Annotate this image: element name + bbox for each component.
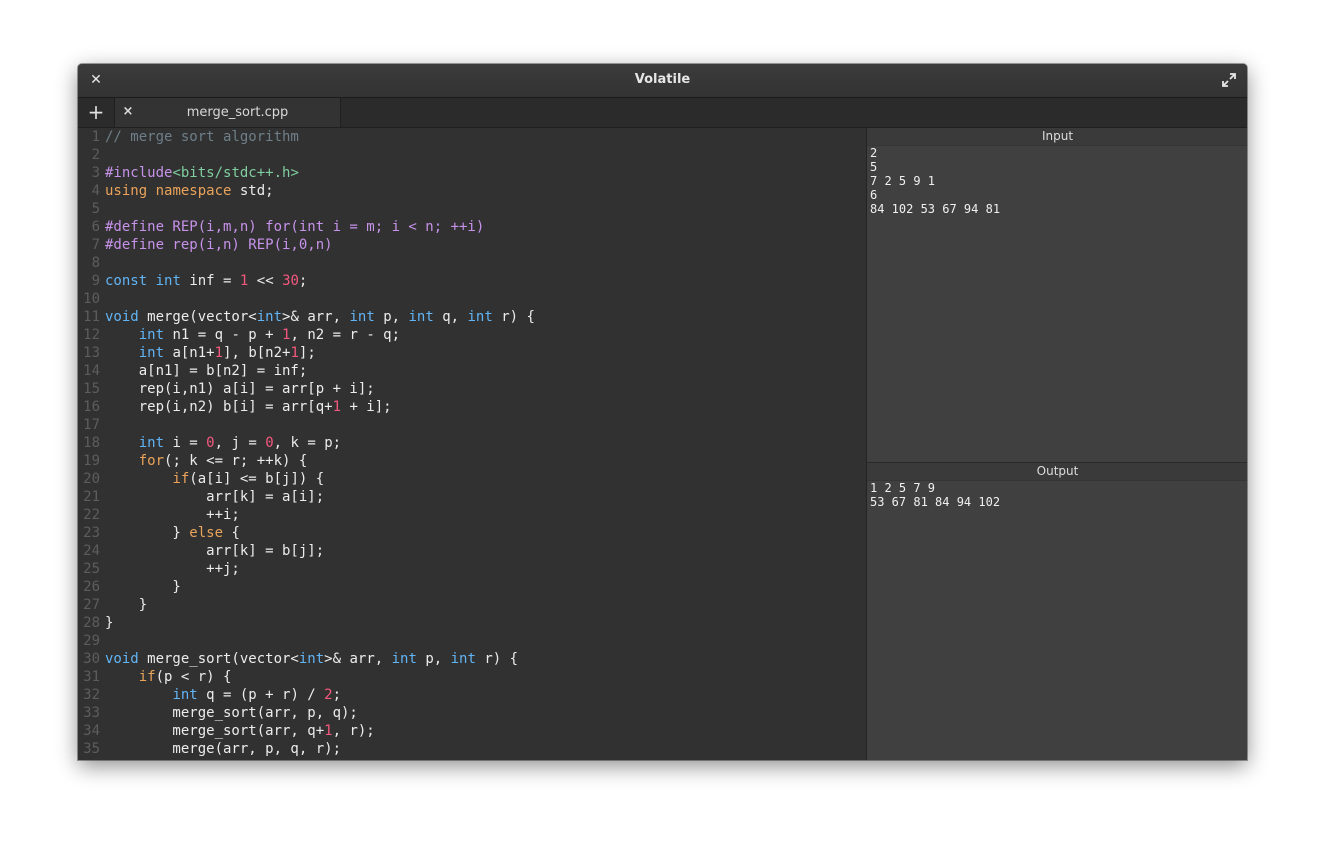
code-text: ++i; bbox=[105, 507, 240, 523]
code-text: int i = 0, j = 0, k = p; bbox=[138, 435, 342, 451]
output-line: 53 67 81 84 94 102 bbox=[870, 495, 1001, 509]
maximize-button[interactable] bbox=[1221, 72, 1237, 88]
line-number: 16 bbox=[83, 399, 100, 415]
line-number: 2 bbox=[91, 147, 100, 163]
code-text: merge_sort(arr, p, q); bbox=[105, 705, 358, 721]
code-editor[interactable]: 1// merge sort algorithm 2 3 #include<bits/… bbox=[78, 128, 866, 760]
code-text: arr[k] = b[j]; bbox=[105, 543, 325, 559]
line-number: 30 bbox=[83, 651, 100, 667]
line-number: 6 bbox=[91, 219, 100, 235]
line-number: 28 bbox=[83, 615, 100, 631]
line-number: 20 bbox=[83, 471, 100, 487]
line-number: 10 bbox=[83, 291, 100, 307]
input-line: 6 bbox=[870, 188, 878, 202]
line-number: 15 bbox=[83, 381, 100, 397]
line-number: 34 bbox=[83, 723, 100, 739]
line-number: 9 bbox=[91, 273, 100, 289]
input-line: 7 2 5 9 1 bbox=[870, 174, 936, 188]
tab-bar: + × merge_sort.cpp bbox=[78, 98, 1247, 128]
code-text: rep(i,n2) b[i] = arr[q+1 + i]; bbox=[105, 399, 392, 415]
output-pane-header: Output bbox=[867, 463, 1247, 481]
line-number: 27 bbox=[83, 597, 100, 613]
code-text: // merge sort algorithm bbox=[105, 129, 299, 145]
line-number: 31 bbox=[83, 669, 100, 685]
line-number: 33 bbox=[83, 705, 100, 721]
line-number: 11 bbox=[83, 309, 100, 325]
line-number: 35 bbox=[83, 741, 100, 757]
code-text: if(a[i] <= b[j]) { bbox=[172, 471, 325, 487]
window-title: Volatile bbox=[634, 72, 691, 87]
app-window: ✕ Volatile + × merge_sort.cpp 1 // merge … bbox=[78, 64, 1247, 760]
code-text: } bbox=[105, 597, 148, 613]
line-number: 22 bbox=[83, 507, 100, 523]
plus-icon: + bbox=[87, 100, 105, 124]
code-text: merge_sort(arr, q+1, r); bbox=[105, 723, 375, 739]
line-number: 14 bbox=[83, 363, 100, 379]
code-text: if(p < r) { bbox=[138, 669, 232, 685]
line-number: 3 bbox=[91, 165, 100, 181]
code-text: ++j; bbox=[105, 561, 240, 577]
line-number: 24 bbox=[83, 543, 100, 559]
code-text: arr[k] = a[i]; bbox=[105, 489, 325, 505]
input-pane: Input 257 2 5 9 1 6 84 102 53 67 94 81 bbox=[867, 128, 1247, 461]
code-text: int q = (p + r) / 2; bbox=[172, 687, 342, 703]
input-line: 5 bbox=[870, 160, 878, 174]
maximize-icon bbox=[1222, 73, 1236, 87]
code-text: using namespace std; bbox=[105, 183, 274, 199]
input-line: 84 102 53 67 94 81 bbox=[870, 202, 1001, 216]
code-text: } else { bbox=[105, 525, 240, 541]
line-number: 32 bbox=[83, 687, 100, 703]
input-textarea[interactable]: 257 2 5 9 1 6 84 102 53 67 94 81 bbox=[867, 146, 1247, 216]
output-pane: Output 1 2 5 7 9 53 67 81 84 94 102 bbox=[867, 462, 1247, 760]
code-text: for(; k <= r; ++k) { bbox=[138, 453, 308, 469]
line-number: 4 bbox=[91, 183, 100, 199]
line-number: 18 bbox=[83, 435, 100, 451]
tab-merge-sort[interactable]: × merge_sort.cpp bbox=[115, 98, 341, 127]
line-number: 21 bbox=[83, 489, 100, 505]
line-number: 8 bbox=[91, 255, 100, 271]
code-text: } bbox=[105, 579, 181, 595]
code-text: void merge_sort(vector<int>& arr, int p,… bbox=[105, 651, 519, 667]
new-tab-button[interactable]: + bbox=[78, 98, 115, 127]
output-line: 1 2 5 7 9 bbox=[870, 481, 936, 495]
code-text: int n1 = q - p + 1, n2 = r - q; bbox=[138, 327, 401, 343]
close-icon: × bbox=[122, 104, 134, 119]
code-text: #define REP(i,m,n) for(int i = m; i < n;… bbox=[105, 219, 485, 235]
line-number: 25 bbox=[83, 561, 100, 577]
code-text: merge(arr, p, q, r); bbox=[105, 741, 342, 757]
input-line: 2 bbox=[870, 146, 878, 160]
io-sidebar: Input 257 2 5 9 1 6 84 102 53 67 94 81 Out… bbox=[866, 128, 1247, 760]
code-text: a[n1] = b[n2] = inf; bbox=[105, 363, 308, 379]
code-text: void merge(vector<int>& arr, int p, int … bbox=[105, 309, 535, 325]
line-number: 13 bbox=[83, 345, 100, 361]
line-number: 1 bbox=[91, 129, 100, 145]
input-pane-header: Input bbox=[867, 128, 1247, 146]
line-number: 12 bbox=[83, 327, 100, 343]
code-text: rep(i,n1) a[i] = arr[p + i]; bbox=[105, 381, 375, 397]
title-bar: ✕ Volatile bbox=[78, 64, 1247, 98]
line-number: 7 bbox=[91, 237, 100, 253]
code-text: const int inf = 1 << 30; bbox=[105, 273, 308, 289]
tab-label: merge_sort.cpp bbox=[186, 105, 289, 120]
line-number: 23 bbox=[83, 525, 100, 541]
output-text: 1 2 5 7 9 53 67 81 84 94 102 bbox=[867, 481, 1247, 509]
line-number: 5 bbox=[91, 201, 100, 217]
code-text: } bbox=[105, 615, 114, 631]
line-number: 26 bbox=[83, 579, 100, 595]
line-number: 19 bbox=[83, 453, 100, 469]
close-tab-button[interactable]: × bbox=[121, 104, 135, 120]
code-text: int a[n1+1], b[n2+1]; bbox=[138, 345, 316, 361]
line-number: 17 bbox=[83, 417, 100, 433]
code-text: #include<bits/stdc++.h> bbox=[105, 165, 299, 181]
line-number: 29 bbox=[83, 633, 100, 649]
code-text: #define rep(i,n) REP(i,0,n) bbox=[105, 237, 333, 253]
